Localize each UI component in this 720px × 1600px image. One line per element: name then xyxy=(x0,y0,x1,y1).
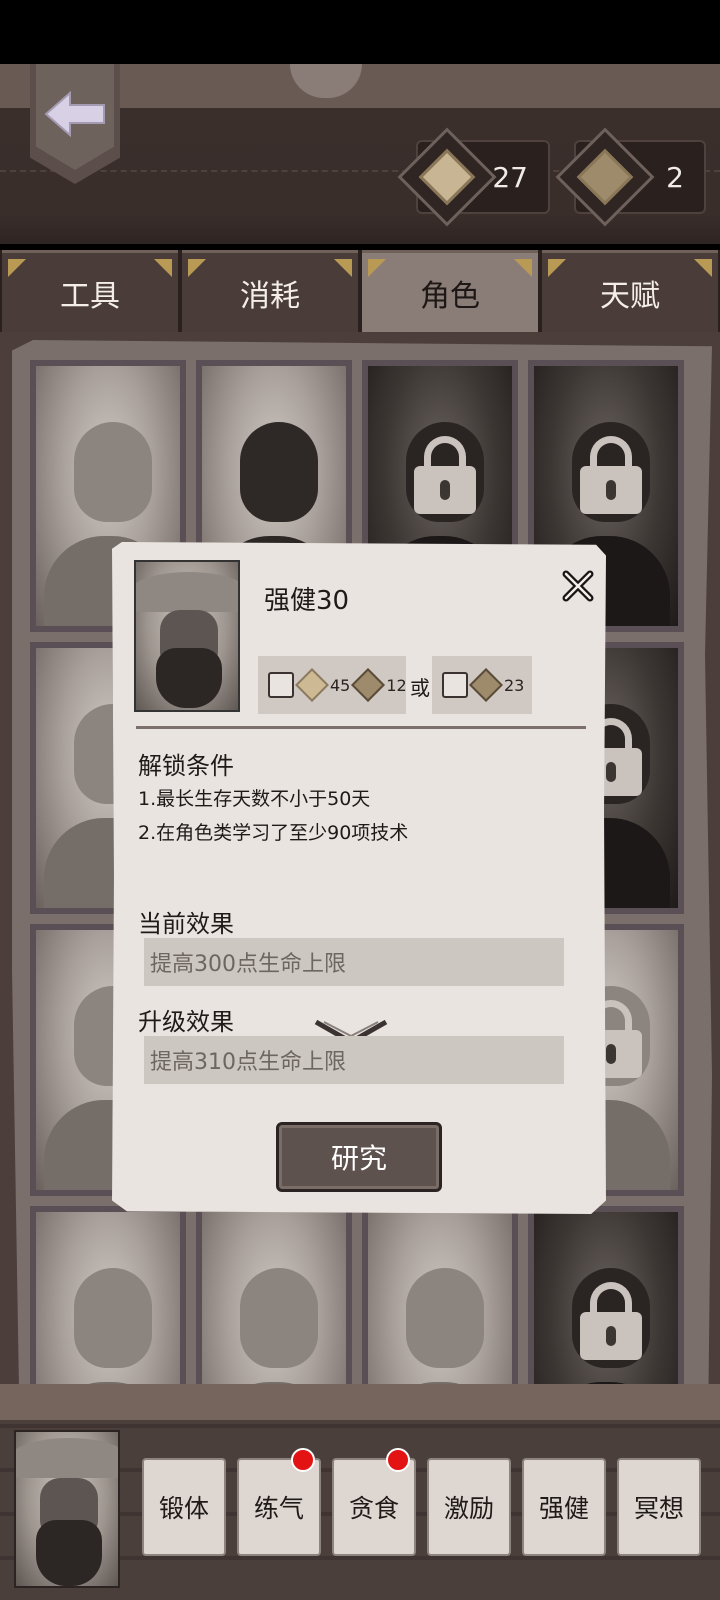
portrait-hat xyxy=(16,1438,118,1478)
arrow-left-icon xyxy=(44,90,105,138)
diamond-currency: 27 xyxy=(397,127,550,227)
upgrade-effect-value: 提高310点生命上限 xyxy=(144,1036,564,1084)
skill-button-meditate[interactable]: 冥想 xyxy=(617,1458,701,1556)
skill-button-inspire[interactable]: 激励 xyxy=(427,1458,511,1556)
notification-badge xyxy=(291,1448,315,1472)
skill-label: 贪食 xyxy=(348,1494,399,1523)
skill-label: 激励 xyxy=(443,1494,494,1523)
notification-badge xyxy=(386,1448,410,1472)
tab-corner-icon xyxy=(548,259,566,277)
skill-button-gluttony[interactable]: 贪食 xyxy=(332,1448,416,1556)
tab-consumables[interactable]: 消耗 xyxy=(182,250,358,332)
status-bar xyxy=(0,0,720,64)
scroll-icon xyxy=(469,668,503,702)
diamond-icon-core xyxy=(418,148,476,206)
tab-corner-icon xyxy=(694,259,712,277)
portrait-beard xyxy=(36,1520,102,1586)
diamond-icon xyxy=(295,668,329,702)
cost-option-1-checkbox[interactable] xyxy=(268,672,294,698)
bottom-bar-rim xyxy=(0,1384,720,1420)
skill-character-portrait xyxy=(134,560,240,712)
skill-button-robust[interactable]: 强健 xyxy=(522,1458,606,1556)
or-label: 或 xyxy=(410,676,430,700)
skill-label: 冥想 xyxy=(633,1494,684,1523)
skill-button-forge-body[interactable]: 锻体 xyxy=(142,1458,226,1556)
cost-option-2-checkbox[interactable] xyxy=(442,672,468,698)
skill-label: 锻体 xyxy=(158,1494,209,1523)
tab-corner-icon xyxy=(8,259,26,277)
tab-corner-icon xyxy=(188,259,206,277)
bottom-skill-bar: 锻体 练气 贪食 激励 强健 冥想 xyxy=(0,1384,720,1600)
tab-characters[interactable]: 角色 xyxy=(362,250,538,332)
tab-label: 工具 xyxy=(60,278,120,314)
unlock-condition: 1.最长生存天数不小于50天 xyxy=(138,788,371,810)
research-button[interactable]: 研究 xyxy=(276,1122,442,1192)
selected-character-avatar[interactable] xyxy=(14,1430,120,1588)
tab-label: 消耗 xyxy=(240,278,300,314)
lock-icon xyxy=(580,1282,642,1360)
tab-tools[interactable]: 工具 xyxy=(2,250,178,332)
portrait-head xyxy=(240,422,318,522)
lock-icon xyxy=(580,436,642,514)
modal-divider xyxy=(136,726,586,729)
current-effect-value: 提高300点生命上限 xyxy=(144,938,564,986)
cost-amount: 45 xyxy=(330,675,351,695)
skill-detail-modal: 强健30 45 12 或 23 解锁条件 1.最长生存天数不小于50天 2.在角… xyxy=(112,542,606,1214)
scroll-icon-core xyxy=(576,148,634,206)
current-effect-title: 当前效果 xyxy=(138,910,234,938)
skill-label: 强健 xyxy=(538,1494,589,1523)
portrait-hat xyxy=(136,572,238,612)
portrait-head xyxy=(240,1268,318,1368)
skill-title: 强健30 xyxy=(264,586,350,616)
tab-label: 角色 xyxy=(420,278,480,314)
portrait-beard xyxy=(156,648,222,708)
lock-icon xyxy=(414,436,476,514)
close-icon[interactable] xyxy=(560,568,596,604)
unlock-condition: 2.在角色类学习了至少90项技术 xyxy=(138,822,409,844)
portrait-head xyxy=(406,1268,484,1368)
portrait-head xyxy=(74,1268,152,1368)
tab-label: 天赋 xyxy=(600,278,660,314)
skill-label: 练气 xyxy=(253,1494,304,1523)
cost-amount: 23 xyxy=(504,675,525,695)
tab-corner-icon xyxy=(368,259,386,277)
portrait-head xyxy=(74,422,152,522)
scroll-icon xyxy=(351,668,386,702)
category-tabs: 工具 消耗 角色 天赋 xyxy=(0,250,720,332)
scroll-currency: 2 xyxy=(555,127,706,227)
cost-amount: 12 xyxy=(386,675,407,695)
cost-option-2[interactable]: 23 xyxy=(432,656,532,714)
skill-button-train-qi[interactable]: 练气 xyxy=(237,1448,321,1556)
cost-option-1[interactable]: 45 12 xyxy=(258,656,407,714)
unlock-title: 解锁条件 xyxy=(138,752,234,780)
upgrade-effect-title: 升级效果 xyxy=(138,1008,234,1036)
tab-talents[interactable]: 天赋 xyxy=(542,250,718,332)
tab-corner-icon xyxy=(514,259,532,277)
tab-corner-icon xyxy=(154,259,172,277)
tab-corner-icon xyxy=(334,259,352,277)
